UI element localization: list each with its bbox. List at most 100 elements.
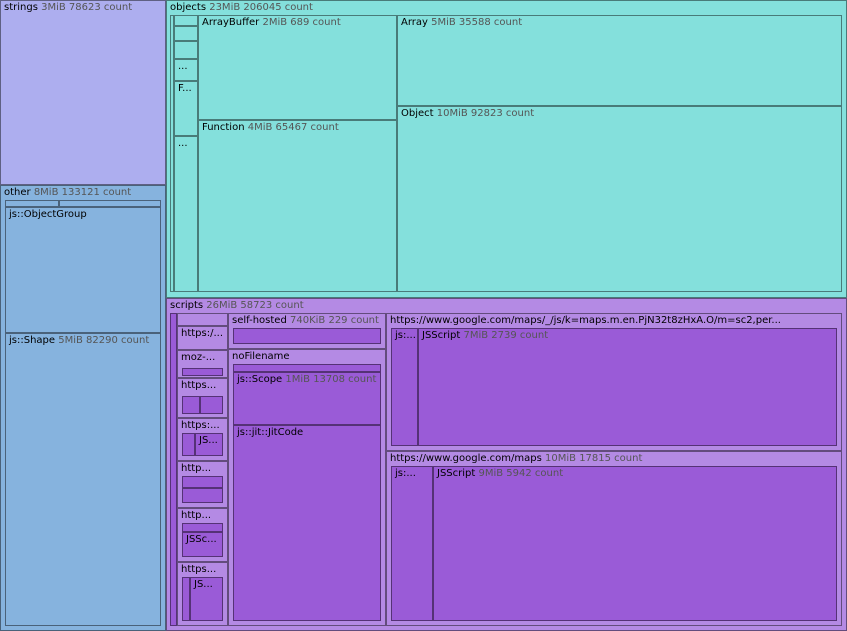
treemap-label-name: scripts	[170, 300, 204, 311]
treemap-cell-maps-js-jsscript[interactable]: JSScript 7MiB 2739 count	[418, 328, 837, 446]
treemap-label-name: js::Shape	[9, 335, 56, 346]
treemap-label-name: https...	[181, 380, 217, 391]
treemap-label-name: js:...	[395, 468, 416, 479]
treemap-label-name: http...	[181, 510, 212, 521]
treemap-cell-strings[interactable]: strings 3MiB 78623 count	[0, 0, 166, 185]
treemap-label-metric: 740KiB 229 count	[286, 315, 379, 326]
treemap-label-name: http...	[181, 463, 212, 474]
treemap-label: other 8MiB 133121 count	[4, 187, 131, 199]
treemap-cell-other-bar-b[interactable]	[59, 200, 161, 207]
treemap-cell-scr-g-in1[interactable]	[182, 523, 223, 532]
treemap-label: F...	[178, 83, 192, 95]
treemap-cell-array[interactable]: Array 5MiB 35588 count	[397, 15, 842, 106]
treemap-cell-arraybuffer[interactable]: ArrayBuffer 2MiB 689 count	[198, 15, 397, 120]
treemap-label-name: Function	[202, 122, 245, 133]
treemap-label-name: js::ObjectGroup	[9, 209, 87, 220]
treemap-label-metric: 8MiB 133121 count	[30, 187, 132, 198]
treemap-label: JS...	[194, 579, 213, 591]
treemap-label: scripts 26MiB 58723 count	[170, 300, 304, 312]
treemap-cell-js-shape[interactable]: js::Shape 5MiB 82290 count	[5, 333, 161, 626]
treemap-label-name: JSSc...	[186, 534, 217, 545]
treemap-cell-scr-a[interactable]	[177, 313, 228, 326]
treemap-label-name: js::jit::JitCode	[237, 427, 304, 438]
treemap-label-name: other	[4, 187, 31, 198]
treemap-label: js::jit::JitCode	[237, 427, 303, 439]
treemap-label-name: JSScript	[437, 468, 476, 479]
treemap-cell-js-scope[interactable]: js::Scope 1MiB 13708 count	[233, 372, 381, 425]
treemap-cell-function[interactable]: Function 4MiB 65467 count	[198, 120, 397, 292]
treemap-label-metric: 9MiB 5942 count	[475, 468, 564, 479]
treemap-label-name: https:...	[181, 420, 220, 431]
treemap-cell-nofilename-top[interactable]	[233, 364, 381, 372]
treemap-cell-scr-f-in1[interactable]	[182, 476, 223, 488]
treemap-cell-scr-b[interactable]: https:/...	[177, 326, 228, 350]
treemap-label: JSSc...	[186, 534, 217, 546]
treemap-label-name: objects	[170, 2, 207, 13]
treemap-label: https://www.google.com/maps 10MiB 17815 …	[390, 453, 642, 465]
treemap-cell-object[interactable]: Object 10MiB 92823 count	[397, 106, 842, 292]
treemap-label-name: https:/...	[181, 328, 224, 339]
treemap-label: js:...	[395, 330, 416, 342]
treemap-label: JSScript 9MiB 5942 count	[437, 468, 563, 480]
treemap-label-metric: 1MiB 13708 count	[282, 374, 377, 385]
treemap-label-name: Array	[401, 17, 428, 28]
treemap-cell-scr-c-in[interactable]	[182, 368, 223, 376]
treemap-label: JSScript 7MiB 2739 count	[422, 330, 548, 342]
treemap-label: JS...	[199, 435, 218, 447]
treemap-label-name: https://www.google.com/maps	[390, 453, 542, 464]
treemap-label: Object 10MiB 92823 count	[401, 108, 534, 120]
treemap-cell-obj-strip-6[interactable]: F...	[174, 81, 198, 136]
treemap-cell-scr-e-in2[interactable]: JS...	[195, 433, 223, 456]
treemap-cell-scr-d-in1[interactable]	[182, 396, 200, 414]
treemap-label-metric: 23MiB 206045 count	[206, 2, 313, 13]
treemap-label: ArrayBuffer 2MiB 689 count	[202, 17, 341, 29]
treemap-cell-maps-js2[interactable]: js:...	[391, 466, 433, 621]
treemap-label: ...	[178, 61, 188, 73]
treemap-cell-js-jitcode[interactable]: js::jit::JitCode	[233, 425, 381, 621]
treemap-cell-other-bar-a[interactable]	[5, 200, 59, 207]
treemap-label-name: js:...	[395, 330, 416, 341]
treemap-cell-scr-e-in1[interactable]	[182, 433, 195, 456]
treemap-cell-obj-strip-3[interactable]	[174, 26, 198, 41]
treemap-cell-maps-jsscript[interactable]: JSScript 9MiB 5942 count	[433, 466, 837, 621]
treemap-cell-scr-d-in2[interactable]	[200, 396, 223, 414]
treemap-label: objects 23MiB 206045 count	[170, 2, 313, 14]
treemap-cell-maps-js-js[interactable]: js:...	[391, 328, 418, 446]
treemap-label: js::Scope 1MiB 13708 count	[237, 374, 376, 386]
treemap-label: http...	[181, 463, 211, 475]
treemap-label-name: Object	[401, 108, 434, 119]
treemap-cell-scr-h-in2[interactable]: JS...	[190, 577, 223, 621]
treemap-cell-js-objectgroup[interactable]: js::ObjectGroup	[5, 207, 161, 333]
treemap-label: js:...	[395, 468, 416, 480]
treemap-label-name: https...	[181, 564, 217, 575]
treemap-cell-obj-strip-4[interactable]	[174, 41, 198, 59]
treemap-label: Function 4MiB 65467 count	[202, 122, 339, 134]
treemap-cell-self-hosted-in[interactable]	[233, 328, 381, 344]
treemap-label-metric: 5MiB 35588 count	[427, 17, 523, 28]
treemap-label-name: moz-...	[181, 352, 216, 363]
treemap-label: https...	[181, 564, 216, 576]
treemap-label-name: ArrayBuffer	[202, 17, 260, 28]
treemap-label: https://www.google.com/maps/_/js/k=maps.…	[390, 315, 781, 327]
treemap-cell-scr-h-in1[interactable]	[182, 577, 190, 621]
treemap-label-name: self-hosted	[232, 315, 287, 326]
treemap-cell-obj-strip-7[interactable]: ...	[174, 136, 198, 292]
treemap-label-name: noFilename	[232, 351, 290, 362]
treemap-label: strings 3MiB 78623 count	[4, 2, 132, 14]
treemap-label: js::Shape 5MiB 82290 count	[9, 335, 149, 347]
treemap-cell-obj-strip-5[interactable]: ...	[174, 59, 198, 81]
treemap-cell-scr-f-in2[interactable]	[182, 488, 223, 503]
treemap-label-name: ...	[178, 61, 188, 72]
treemap-label-name: strings	[4, 2, 38, 13]
treemap-label-metric: 4MiB 65467 count	[244, 122, 339, 133]
treemap-label: https...	[181, 380, 216, 392]
treemap-cell-scr-g-in2[interactable]: JSSc...	[182, 532, 223, 557]
memory-treemap: strings 3MiB 78623 count other 8MiB 13312…	[0, 0, 847, 631]
treemap-cell-scr-strip[interactable]	[170, 313, 177, 626]
treemap-label-metric: 10MiB 92823 count	[433, 108, 535, 119]
treemap-label-name: JS...	[199, 435, 218, 446]
treemap-cell-obj-strip-2[interactable]	[174, 15, 198, 26]
treemap-label-metric: 7MiB 2739 count	[460, 330, 549, 341]
treemap-label-name: https://www.google.com/maps/_/js/k=maps.…	[390, 315, 781, 326]
treemap-label: https:...	[181, 420, 220, 432]
